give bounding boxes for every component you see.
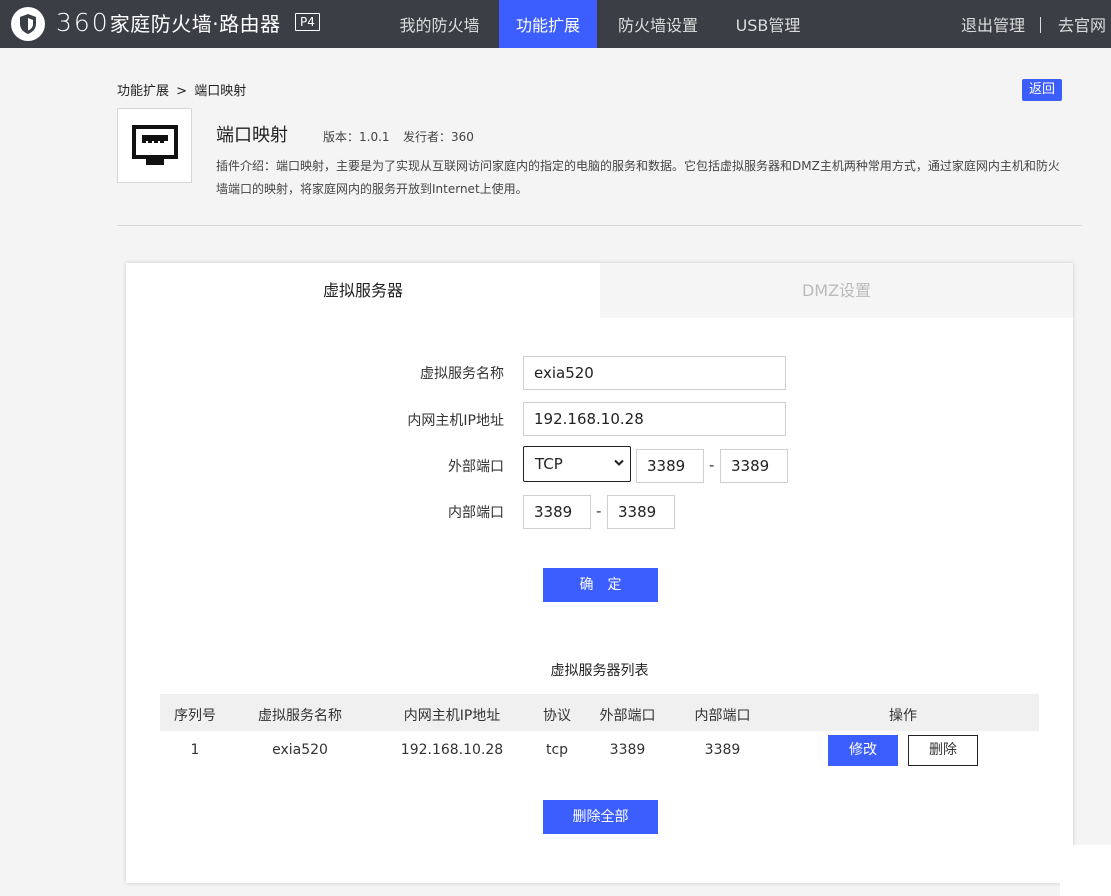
- column-header-external-port: 外部端口: [599, 708, 656, 724]
- nav-my-firewall[interactable]: 我的防火墙: [381, 0, 498, 48]
- tab-virtual-server[interactable]: 虚拟服务器: [126, 263, 600, 318]
- shield-logo-icon: [11, 7, 45, 41]
- cell-protocol: tcp: [545, 742, 569, 758]
- breadcrumb: 功能扩展 > 端口映射: [117, 80, 246, 99]
- port-mapping-panel: 虚拟服务器 DMZ设置 虚拟服务名称 exia520 内网主机IP地址 192.…: [126, 263, 1073, 883]
- internal-port-range-dash: -: [596, 502, 602, 520]
- delete-button[interactable]: 删除: [908, 735, 978, 766]
- plugin-title: 端口映射: [216, 125, 288, 146]
- plugin-description: 插件介绍：端口映射，主要是为了实现从互联网访问家庭内的指定的电脑的服务和数据。它…: [216, 159, 1060, 196]
- host-ip-input[interactable]: 192.168.10.28: [523, 402, 786, 436]
- brand-title: 360家庭防火墙·路由器: [56, 9, 281, 38]
- confirm-button[interactable]: 确 定: [543, 568, 658, 602]
- cell-external-port: 3389: [609, 742, 646, 758]
- top-navigation-bar: 360家庭防火墙·路由器 P4 我的防火墙 功能扩展 防火墙设置 USB管理 退…: [0, 0, 1111, 48]
- service-name-label: 虚拟服务名称: [420, 366, 504, 382]
- external-port-start-input[interactable]: 3389: [636, 449, 704, 483]
- internal-port-end-input[interactable]: 3389: [607, 495, 675, 529]
- column-header-protocol: 协议: [543, 708, 571, 724]
- breadcrumb-parent[interactable]: 功能扩展: [117, 84, 169, 99]
- service-name-input[interactable]: exia520: [523, 356, 786, 390]
- external-port-label: 外部端口: [448, 459, 504, 475]
- breadcrumb-current: 端口映射: [194, 84, 247, 99]
- external-port-end-input[interactable]: 3389: [720, 449, 788, 483]
- nav-usb-management[interactable]: USB管理: [722, 0, 814, 48]
- table-row: 1 exia520 192.168.10.28 tcp 3389 3389 修改…: [160, 731, 1039, 769]
- column-header-internal-port: 内部端口: [694, 708, 751, 724]
- virtual-server-list-title: 虚拟服务器列表: [550, 663, 649, 679]
- logout-link[interactable]: 退出管理: [961, 0, 1025, 48]
- internal-port-label: 内部端口: [448, 505, 504, 521]
- column-header-index: 序列号: [174, 708, 216, 724]
- nav-firewall-settings[interactable]: 防火墙设置: [602, 0, 714, 48]
- cell-host-ip: 192.168.10.28: [400, 742, 504, 758]
- table-header: 序列号 虚拟服务名称 内网主机IP地址 协议 外部端口 内部端口 操作: [160, 694, 1039, 731]
- cell-index: 1: [190, 742, 200, 758]
- ethernet-port-icon: [132, 125, 178, 165]
- back-button[interactable]: 返回: [1022, 79, 1062, 101]
- internal-port-start-input[interactable]: 3389: [523, 495, 591, 529]
- plugin-publisher: 发行者：360: [403, 130, 474, 144]
- column-header-host-ip: 内网主机IP地址: [403, 708, 501, 724]
- header-divider: [117, 225, 1082, 226]
- edit-button[interactable]: 修改: [828, 735, 898, 766]
- port-mapping-plugin-icon: [117, 108, 192, 183]
- external-port-range-dash: -: [709, 456, 715, 474]
- tab-dmz-settings[interactable]: DMZ设置: [600, 263, 1073, 318]
- breadcrumb-separator: >: [176, 84, 188, 99]
- cell-service-name: exia520: [272, 742, 328, 758]
- brand-number: 360: [56, 8, 110, 37]
- nav-separator: [1040, 17, 1041, 33]
- corner-overlay: [1060, 845, 1111, 896]
- brand-name: 家庭防火墙·路由器: [109, 12, 281, 36]
- official-site-link[interactable]: 去官网: [1058, 0, 1106, 48]
- cell-internal-port: 3389: [704, 742, 741, 758]
- plugin-version: 版本：1.0.1: [323, 130, 390, 144]
- protocol-select[interactable]: TCP: [523, 446, 631, 482]
- model-badge: P4: [295, 13, 320, 31]
- column-header-actions: 操作: [889, 708, 917, 724]
- delete-all-button[interactable]: 删除全部: [543, 800, 658, 834]
- protocol-selected-value: TCP: [535, 455, 563, 473]
- chevron-down-icon: [614, 459, 624, 466]
- nav-extensions[interactable]: 功能扩展: [499, 0, 597, 48]
- column-header-service-name: 虚拟服务名称: [258, 708, 342, 724]
- host-ip-label: 内网主机IP地址: [407, 413, 504, 429]
